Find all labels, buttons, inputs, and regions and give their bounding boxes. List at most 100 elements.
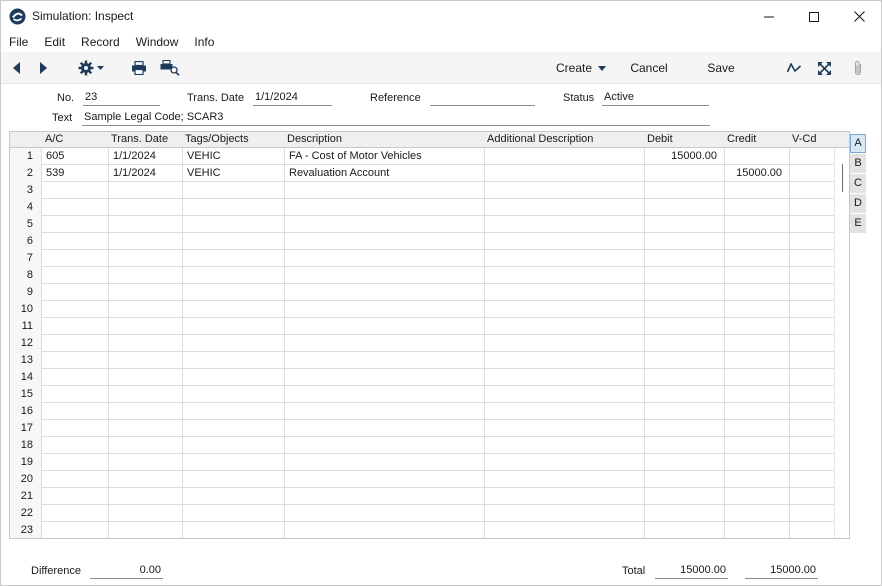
cell-additional-description[interactable] <box>484 522 644 538</box>
cell-ac[interactable] <box>41 284 108 301</box>
cell-additional-description[interactable] <box>484 471 644 488</box>
cell-tags-objects[interactable] <box>182 505 284 522</box>
cell-tags-objects[interactable] <box>182 488 284 505</box>
cell-debit[interactable] <box>644 386 724 403</box>
cell-description[interactable] <box>284 284 484 301</box>
col-header-trans-date[interactable]: Trans. Date <box>108 132 182 148</box>
cancel-button[interactable]: Cancel <box>625 52 673 84</box>
cell-additional-description[interactable] <box>484 437 644 454</box>
cell-debit[interactable] <box>644 471 724 488</box>
cell-ac[interactable] <box>41 386 108 403</box>
cell-tags-objects[interactable] <box>182 403 284 420</box>
cell-debit[interactable] <box>644 233 724 250</box>
cell-description[interactable] <box>284 369 484 386</box>
cell-v-cd[interactable] <box>789 437 834 454</box>
cell-debit[interactable] <box>644 369 724 386</box>
col-header-description[interactable]: Description <box>284 132 484 148</box>
col-header-tags-objects[interactable]: Tags/Objects <box>182 132 284 148</box>
cell-debit[interactable] <box>644 454 724 471</box>
cell-additional-description[interactable] <box>484 318 644 335</box>
cell-ac[interactable] <box>41 318 108 335</box>
cell-v-cd[interactable] <box>789 369 834 386</box>
cell-debit[interactable] <box>644 318 724 335</box>
cell-credit[interactable] <box>724 233 789 250</box>
cell-credit[interactable] <box>724 301 789 318</box>
cell-trans-date[interactable] <box>108 335 182 352</box>
cell-description[interactable] <box>284 301 484 318</box>
cell-tags-objects[interactable] <box>182 267 284 284</box>
cell-description[interactable] <box>284 488 484 505</box>
cell-ac[interactable] <box>41 250 108 267</box>
cell-additional-description[interactable] <box>484 250 644 267</box>
cell-description[interactable] <box>284 335 484 352</box>
cell-additional-description[interactable] <box>484 335 644 352</box>
cell-trans-date[interactable]: 1/1/2024 <box>108 148 182 165</box>
cell-debit[interactable] <box>644 199 724 216</box>
cell-tags-objects[interactable]: VEHIC <box>182 148 284 165</box>
menu-record[interactable]: Record <box>81 35 120 49</box>
cell-ac[interactable] <box>41 182 108 199</box>
cell-credit[interactable] <box>724 471 789 488</box>
cell-ac[interactable] <box>41 199 108 216</box>
cell-additional-description[interactable] <box>484 386 644 403</box>
cell-credit[interactable] <box>724 488 789 505</box>
cell-credit[interactable]: 15000.00 <box>724 165 789 182</box>
cell-description[interactable] <box>284 216 484 233</box>
cell-ac[interactable] <box>41 352 108 369</box>
cell-trans-date[interactable] <box>108 284 182 301</box>
cell-v-cd[interactable] <box>789 301 834 318</box>
cell-tags-objects[interactable] <box>182 386 284 403</box>
cell-trans-date[interactable] <box>108 386 182 403</box>
text-field[interactable]: Sample Legal Code; SCAR3 <box>82 111 710 126</box>
cell-v-cd[interactable] <box>789 165 834 182</box>
cell-trans-date[interactable] <box>108 454 182 471</box>
cell-ac[interactable] <box>41 216 108 233</box>
cell-ac[interactable] <box>41 454 108 471</box>
cell-ac[interactable] <box>41 335 108 352</box>
menu-info[interactable]: Info <box>194 35 214 49</box>
maximize-button[interactable] <box>791 1 837 32</box>
cell-trans-date[interactable] <box>108 199 182 216</box>
cell-tags-objects[interactable] <box>182 216 284 233</box>
cell-additional-description[interactable] <box>484 369 644 386</box>
cell-credit[interactable] <box>724 386 789 403</box>
cell-additional-description[interactable] <box>484 403 644 420</box>
cell-tags-objects[interactable] <box>182 352 284 369</box>
cell-debit[interactable] <box>644 182 724 199</box>
cell-debit[interactable] <box>644 420 724 437</box>
cell-v-cd[interactable] <box>789 420 834 437</box>
cell-ac[interactable] <box>41 437 108 454</box>
cell-description[interactable] <box>284 267 484 284</box>
cell-credit[interactable] <box>724 420 789 437</box>
cell-debit[interactable] <box>644 352 724 369</box>
no-field[interactable]: 23 <box>83 91 160 106</box>
cell-debit[interactable] <box>644 403 724 420</box>
cell-credit[interactable] <box>724 522 789 538</box>
cell-debit[interactable] <box>644 437 724 454</box>
cell-additional-description[interactable] <box>484 267 644 284</box>
cell-description[interactable] <box>284 182 484 199</box>
cell-description[interactable] <box>284 505 484 522</box>
cell-debit[interactable] <box>644 505 724 522</box>
cell-ac[interactable]: 539 <box>41 165 108 182</box>
menu-edit[interactable]: Edit <box>44 35 65 49</box>
create-menu-button[interactable]: Create <box>553 52 609 84</box>
col-header-debit[interactable]: Debit <box>644 132 724 148</box>
cell-additional-description[interactable] <box>484 199 644 216</box>
cell-debit[interactable]: 15000.00 <box>644 148 724 165</box>
cell-additional-description[interactable] <box>484 216 644 233</box>
cell-ac[interactable] <box>41 301 108 318</box>
cell-trans-date[interactable] <box>108 233 182 250</box>
cell-v-cd[interactable] <box>789 182 834 199</box>
cell-description[interactable] <box>284 471 484 488</box>
cell-credit[interactable] <box>724 437 789 454</box>
cell-ac[interactable] <box>41 505 108 522</box>
cell-description[interactable] <box>284 420 484 437</box>
cell-ac[interactable]: 605 <box>41 148 108 165</box>
scrollbar-thumb[interactable] <box>842 164 843 192</box>
cell-trans-date[interactable] <box>108 403 182 420</box>
cell-tags-objects[interactable] <box>182 369 284 386</box>
cell-v-cd[interactable] <box>789 386 834 403</box>
cell-credit[interactable] <box>724 318 789 335</box>
cell-credit[interactable] <box>724 182 789 199</box>
